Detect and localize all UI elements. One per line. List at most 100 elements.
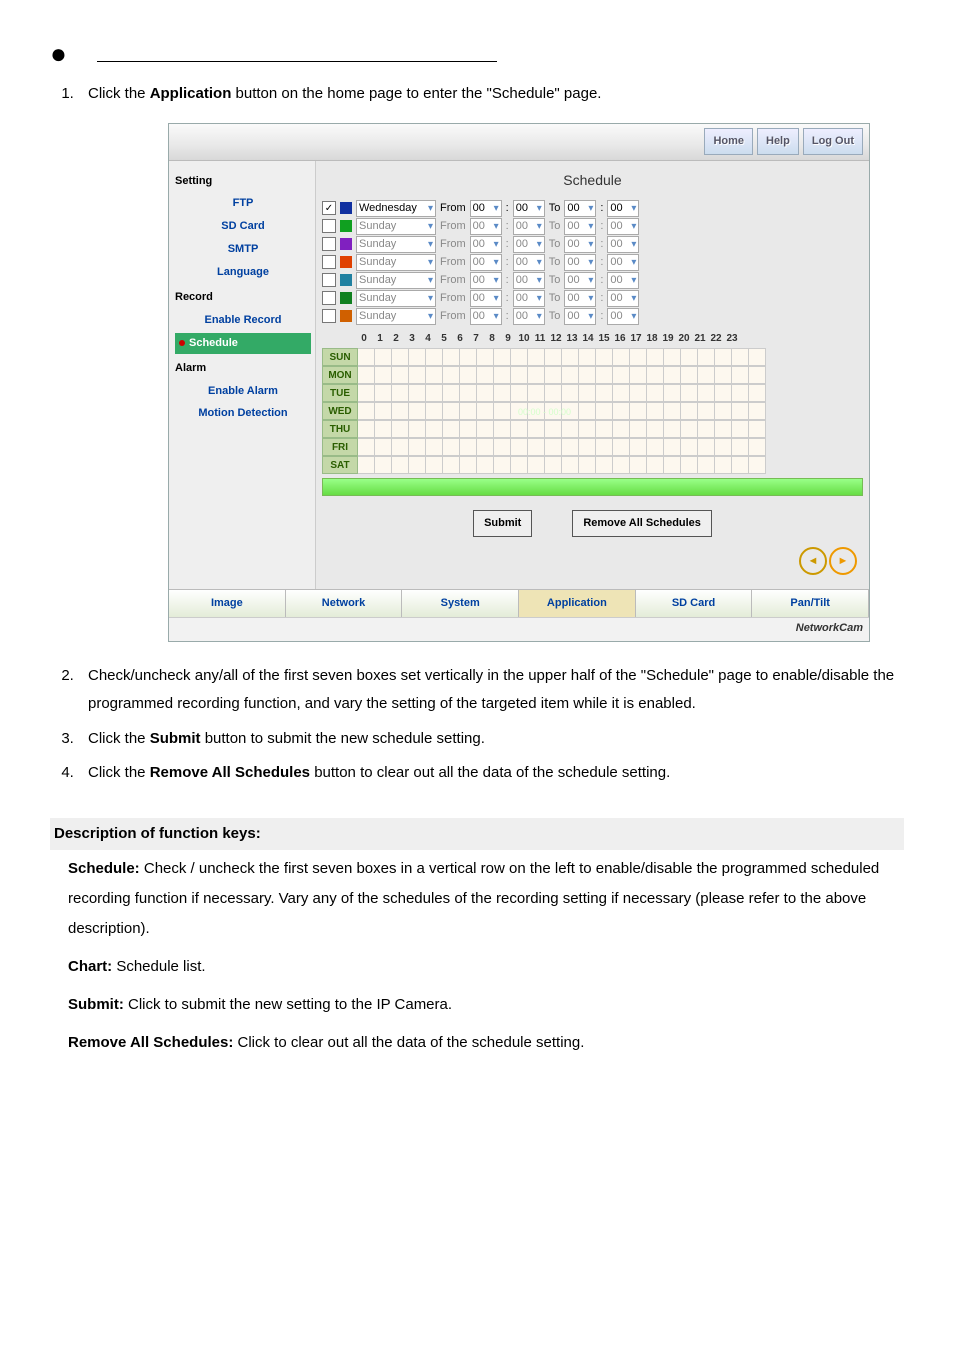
grid-cell[interactable] [494,366,511,384]
grid-cell[interactable] [528,420,545,438]
grid-cell[interactable] [596,456,613,474]
grid-cell[interactable] [698,438,715,456]
grid-cell[interactable] [477,402,494,420]
grid-cell[interactable] [392,420,409,438]
grid-cell[interactable] [749,384,766,402]
grid-cell[interactable] [426,366,443,384]
sidebar-item[interactable]: Enable Alarm [175,381,311,402]
grid-cell[interactable] [749,420,766,438]
grid-cell[interactable] [681,348,698,366]
grid-cell[interactable] [732,348,749,366]
day-select[interactable]: Sunday▾ [356,218,436,235]
grid-cell[interactable] [511,366,528,384]
grid-cell[interactable] [613,456,630,474]
top-link-home[interactable]: Home [704,128,753,155]
grid-cell[interactable] [511,384,528,402]
grid-cell[interactable] [426,420,443,438]
grid-cell[interactable] [732,384,749,402]
grid-cell[interactable] [528,402,545,420]
enable-checkbox[interactable] [322,291,336,305]
grid-cell[interactable] [477,420,494,438]
from-hour-select[interactable]: 00▾ [470,236,502,253]
grid-cell[interactable] [647,402,664,420]
submit-button[interactable]: Submit [473,510,532,537]
grid-cell[interactable] [613,348,630,366]
grid-cell[interactable] [681,456,698,474]
sidebar-item[interactable]: Motion Detection [175,403,311,424]
to-hour-select[interactable]: 00▾ [564,200,596,217]
grid-cell[interactable] [698,366,715,384]
enable-checkbox[interactable] [322,273,336,287]
enable-checkbox[interactable] [322,219,336,233]
from-min-select[interactable]: 00▾ [513,218,545,235]
to-hour-select[interactable]: 00▾ [564,254,596,271]
grid-cell[interactable] [630,348,647,366]
grid-cell[interactable] [511,438,528,456]
grid-cell[interactable] [460,402,477,420]
bottom-tab[interactable]: Pan/Tilt [752,590,869,617]
grid-cell[interactable] [426,438,443,456]
grid-cell[interactable] [494,348,511,366]
grid-cell[interactable] [681,366,698,384]
grid-cell[interactable] [698,348,715,366]
grid-cell[interactable] [715,402,732,420]
grid-cell[interactable] [528,384,545,402]
grid-cell[interactable] [681,402,698,420]
grid-cell[interactable] [409,456,426,474]
grid-cell[interactable] [630,384,647,402]
grid-cell[interactable] [698,456,715,474]
bottom-tab[interactable]: Network [286,590,403,617]
from-hour-select[interactable]: 00▾ [470,290,502,307]
to-hour-select[interactable]: 00▾ [564,236,596,253]
grid-cell[interactable] [358,438,375,456]
grid-cell[interactable] [545,456,562,474]
grid-cell[interactable] [460,384,477,402]
grid-cell[interactable] [409,366,426,384]
from-min-select[interactable]: 00▾ [513,290,545,307]
grid-cell[interactable] [664,456,681,474]
grid-cell[interactable] [392,438,409,456]
grid-cell[interactable] [494,420,511,438]
from-min-select[interactable]: 00▾ [513,200,545,217]
grid-cell[interactable] [375,348,392,366]
grid-cell[interactable] [358,366,375,384]
from-min-select[interactable]: 00▾ [513,254,545,271]
grid-cell[interactable] [409,384,426,402]
grid-cell[interactable] [596,348,613,366]
grid-cell[interactable] [647,420,664,438]
arrow-right-icon[interactable]: ► [829,547,857,575]
grid-cell[interactable] [732,438,749,456]
enable-checkbox[interactable] [322,309,336,323]
arrow-left-icon[interactable]: ◄ [799,547,827,575]
day-select[interactable]: Sunday▾ [356,254,436,271]
grid-cell[interactable] [409,420,426,438]
bottom-tab[interactable]: Image [169,590,286,617]
grid-cell[interactable] [647,348,664,366]
grid-cell[interactable] [681,420,698,438]
sidebar-item[interactable]: SD Card [175,216,311,237]
grid-cell[interactable] [630,402,647,420]
grid-cell[interactable] [494,456,511,474]
grid-cell[interactable] [358,456,375,474]
remove-all-button[interactable]: Remove All Schedules [572,510,712,537]
top-link-logout[interactable]: Log Out [803,128,863,155]
grid-cell[interactable] [664,384,681,402]
from-min-select[interactable]: 00▾ [513,308,545,325]
grid-cell[interactable] [460,438,477,456]
grid-cell[interactable] [613,438,630,456]
grid-cell[interactable] [477,438,494,456]
grid-cell[interactable] [562,366,579,384]
from-min-select[interactable]: 00▾ [513,272,545,289]
grid-cell[interactable] [409,438,426,456]
to-hour-select[interactable]: 00▾ [564,272,596,289]
grid-cell[interactable] [579,438,596,456]
to-min-select[interactable]: 00▾ [607,272,639,289]
grid-cell[interactable] [664,438,681,456]
grid-cell[interactable] [749,348,766,366]
grid-cell[interactable] [647,456,664,474]
grid-cell[interactable] [749,402,766,420]
grid-cell[interactable] [732,366,749,384]
grid-cell[interactable] [375,438,392,456]
grid-cell[interactable] [562,384,579,402]
grid-cell[interactable] [647,438,664,456]
